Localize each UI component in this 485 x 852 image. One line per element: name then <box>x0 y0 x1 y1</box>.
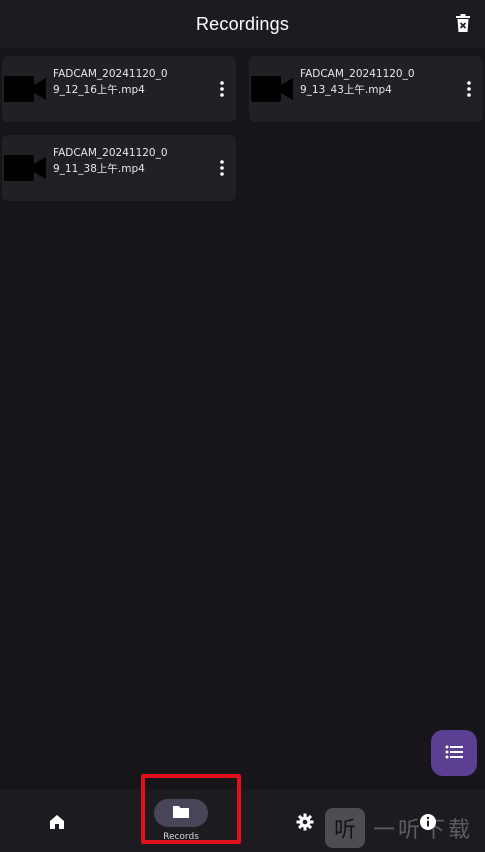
gear-icon <box>296 813 314 835</box>
nav-records-label: Records <box>163 832 199 842</box>
video-camera-icon <box>4 74 46 104</box>
page-title: Recordings <box>195 13 290 34</box>
video-camera-icon <box>4 153 46 183</box>
nav-home-button[interactable] <box>48 813 66 831</box>
trash-icon[interactable] <box>455 14 471 32</box>
info-icon <box>419 814 437 835</box>
recording-filename: FADCAM_20241120_09_12_16上午.mp4 <box>53 68 168 96</box>
list-fab-button[interactable] <box>431 730 477 776</box>
recording-filename: FADCAM_20241120_09_13_43上午.mp4 <box>300 68 415 96</box>
more-vert-icon[interactable] <box>218 159 226 177</box>
home-icon <box>48 815 66 835</box>
recording-card[interactable]: FADCAM_20241120_09_13_43上午.mp4 <box>249 56 483 122</box>
bottom-navigation: Records <box>0 789 485 852</box>
recording-card[interactable]: FADCAM_20241120_09_12_16上午.mp4 <box>2 56 236 122</box>
more-vert-icon[interactable] <box>465 80 473 98</box>
nav-settings-button[interactable] <box>296 813 314 831</box>
folder-icon <box>172 804 190 823</box>
top-app-bar: Recordings <box>0 0 485 48</box>
recordings-screen: Recordings FADCAM_20241120_09_12_16上午.mp… <box>0 0 485 852</box>
nav-records-button[interactable]: Records <box>140 789 222 852</box>
nav-about-button[interactable] <box>419 813 437 831</box>
more-vert-icon[interactable] <box>218 80 226 98</box>
recording-card[interactable]: FADCAM_20241120_09_11_38上午.mp4 <box>2 135 236 201</box>
video-camera-icon <box>251 74 293 104</box>
nav-active-indicator <box>154 799 208 827</box>
recording-filename: FADCAM_20241120_09_11_38上午.mp4 <box>53 147 168 175</box>
list-icon <box>445 744 463 763</box>
